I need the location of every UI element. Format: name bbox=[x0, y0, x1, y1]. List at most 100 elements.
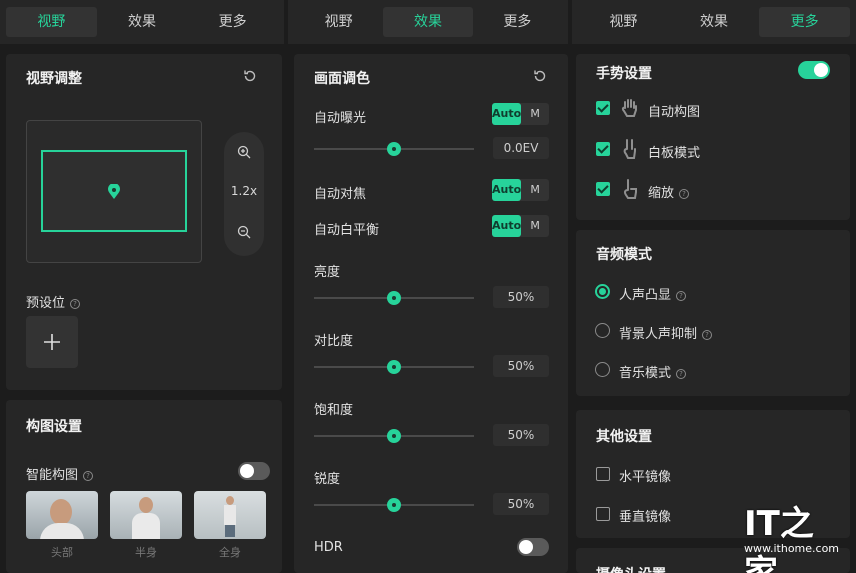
composition-title: 构图设置 bbox=[26, 419, 82, 435]
zoom-control: 1.2x bbox=[224, 132, 264, 256]
person-figure bbox=[139, 497, 153, 513]
partial-settings-title: 摄像头设置 bbox=[596, 564, 666, 573]
gesture-title: 手势设置 bbox=[596, 66, 652, 82]
help-icon[interactable]: ? bbox=[676, 369, 687, 379]
slider-handle[interactable] bbox=[387, 142, 401, 156]
tab-bar-middle: 视野 效果 更多 bbox=[288, 0, 568, 44]
tab-effects[interactable]: 效果 bbox=[669, 7, 760, 37]
radio-voice-highlight[interactable] bbox=[595, 284, 610, 299]
contrast-value[interactable]: 50% bbox=[493, 355, 549, 377]
manual-button[interactable]: M bbox=[521, 179, 549, 201]
audio-option-label: 背景人声抑制 bbox=[619, 327, 698, 342]
audio-option-row: 音乐模式? bbox=[619, 362, 687, 381]
brightness-label: 亮度 bbox=[314, 265, 341, 280]
saturation-label: 饱和度 bbox=[314, 403, 354, 418]
gesture-toggle[interactable] bbox=[798, 61, 830, 79]
audio-option-label: 音乐模式 bbox=[619, 366, 672, 381]
tab-view[interactable]: 视野 bbox=[6, 7, 97, 37]
zoom-in-icon[interactable] bbox=[237, 145, 251, 159]
slider-handle[interactable] bbox=[387, 360, 401, 374]
watermark-logo: IT之家 bbox=[744, 504, 814, 573]
help-icon[interactable]: ? bbox=[702, 330, 713, 340]
tab-more[interactable]: 更多 bbox=[187, 7, 278, 37]
other-setting-label: 水平镜像 bbox=[619, 470, 672, 485]
tab-effects[interactable]: 效果 bbox=[383, 7, 473, 37]
watermark-url: www.ithome.com bbox=[744, 542, 840, 555]
audio-mode-card: 音频模式 人声凸显? 背景人声抑制? 音乐模式? bbox=[576, 230, 850, 396]
slider-handle[interactable] bbox=[387, 291, 401, 305]
zoom-out-icon[interactable] bbox=[237, 225, 251, 239]
auto-button[interactable]: Auto bbox=[492, 103, 522, 125]
smart-composition-toggle[interactable] bbox=[238, 462, 270, 480]
preset-label-row: 预设位? bbox=[26, 292, 81, 311]
audio-option-row: 人声凸显? bbox=[619, 284, 687, 303]
zoom-value: 1.2x bbox=[230, 184, 258, 198]
gesture-checkbox-whiteboard[interactable] bbox=[596, 142, 610, 156]
audio-option-label: 人声凸显 bbox=[619, 288, 672, 303]
brightness-value[interactable]: 50% bbox=[493, 286, 549, 308]
saturation-slider[interactable] bbox=[314, 429, 474, 443]
reset-icon[interactable] bbox=[532, 68, 548, 84]
help-icon[interactable]: ? bbox=[679, 189, 690, 199]
gesture-label: 缩放 bbox=[648, 186, 675, 201]
person-figure bbox=[50, 499, 72, 525]
auto-button[interactable]: Auto bbox=[492, 179, 522, 201]
other-setting-label: 垂直镜像 bbox=[619, 510, 672, 525]
view-region[interactable] bbox=[41, 150, 187, 232]
person-legs bbox=[225, 525, 235, 537]
exposure-value[interactable]: 0.0EV bbox=[493, 137, 549, 159]
saturation-value[interactable]: 50% bbox=[493, 424, 549, 446]
sharpness-slider[interactable] bbox=[314, 498, 474, 512]
contrast-slider[interactable] bbox=[314, 360, 474, 374]
preset-label: 预设位 bbox=[26, 296, 66, 311]
smart-composition-label: 智能构图 bbox=[26, 468, 79, 483]
auto-exposure-mode: Auto M bbox=[492, 103, 549, 125]
thumbnail-head[interactable] bbox=[26, 491, 98, 539]
tab-more[interactable]: 更多 bbox=[759, 7, 851, 37]
victory-hand-icon bbox=[623, 139, 636, 159]
audio-option-row: 背景人声抑制? bbox=[619, 323, 713, 342]
hdr-label: HDR bbox=[314, 540, 343, 555]
tab-effects[interactable]: 效果 bbox=[97, 7, 188, 37]
composition-card: 构图设置 智能构图? 头部 半身 全身 bbox=[6, 400, 282, 573]
help-icon[interactable]: ? bbox=[70, 299, 81, 309]
vertical-mirror-checkbox[interactable] bbox=[596, 507, 610, 521]
location-pin-icon[interactable] bbox=[107, 184, 121, 200]
gesture-card: 手势设置 自动构图 白板模式 缩放? bbox=[576, 54, 850, 220]
view-adjust-card: 视野调整 1.2x 预设位? bbox=[6, 54, 282, 390]
horizontal-mirror-checkbox[interactable] bbox=[596, 467, 610, 481]
help-icon[interactable]: ? bbox=[676, 291, 687, 301]
color-adjust-card: 画面调色 自动曝光 Auto M 0.0EV 自动对焦 Auto M 自动白平衡… bbox=[294, 54, 568, 573]
plus-icon bbox=[44, 334, 60, 350]
auto-focus-mode: Auto M bbox=[492, 179, 549, 201]
gesture-label: 自动构图 bbox=[648, 105, 701, 120]
brightness-slider[interactable] bbox=[314, 291, 474, 305]
gesture-checkbox-zoom[interactable] bbox=[596, 182, 610, 196]
pointing-hand-icon bbox=[623, 179, 637, 199]
person-body bbox=[132, 513, 160, 539]
sharpness-value[interactable]: 50% bbox=[493, 493, 549, 515]
open-hand-icon bbox=[621, 99, 637, 117]
tab-more[interactable]: 更多 bbox=[473, 7, 562, 37]
radio-background-suppress[interactable] bbox=[595, 323, 610, 338]
person-body bbox=[40, 523, 84, 539]
auto-button[interactable]: Auto bbox=[492, 215, 522, 237]
slider-handle[interactable] bbox=[387, 498, 401, 512]
slider-handle[interactable] bbox=[387, 429, 401, 443]
tab-view[interactable]: 视野 bbox=[294, 7, 383, 37]
smart-composition-row: 智能构图? bbox=[26, 464, 94, 483]
reset-icon[interactable] bbox=[242, 68, 258, 84]
thumbnail-full-body[interactable] bbox=[194, 491, 266, 539]
tab-view[interactable]: 视野 bbox=[578, 7, 669, 37]
thumbnail-half-body[interactable] bbox=[110, 491, 182, 539]
exposure-slider[interactable] bbox=[314, 142, 474, 156]
gesture-checkbox-auto-framing[interactable] bbox=[596, 101, 610, 115]
radio-music-mode[interactable] bbox=[595, 362, 610, 377]
person-figure bbox=[226, 496, 234, 505]
manual-button[interactable]: M bbox=[521, 215, 549, 237]
help-icon[interactable]: ? bbox=[83, 471, 94, 481]
person-body bbox=[224, 505, 236, 525]
add-preset-button[interactable] bbox=[26, 316, 78, 368]
manual-button[interactable]: M bbox=[521, 103, 549, 125]
hdr-toggle[interactable] bbox=[517, 538, 549, 556]
